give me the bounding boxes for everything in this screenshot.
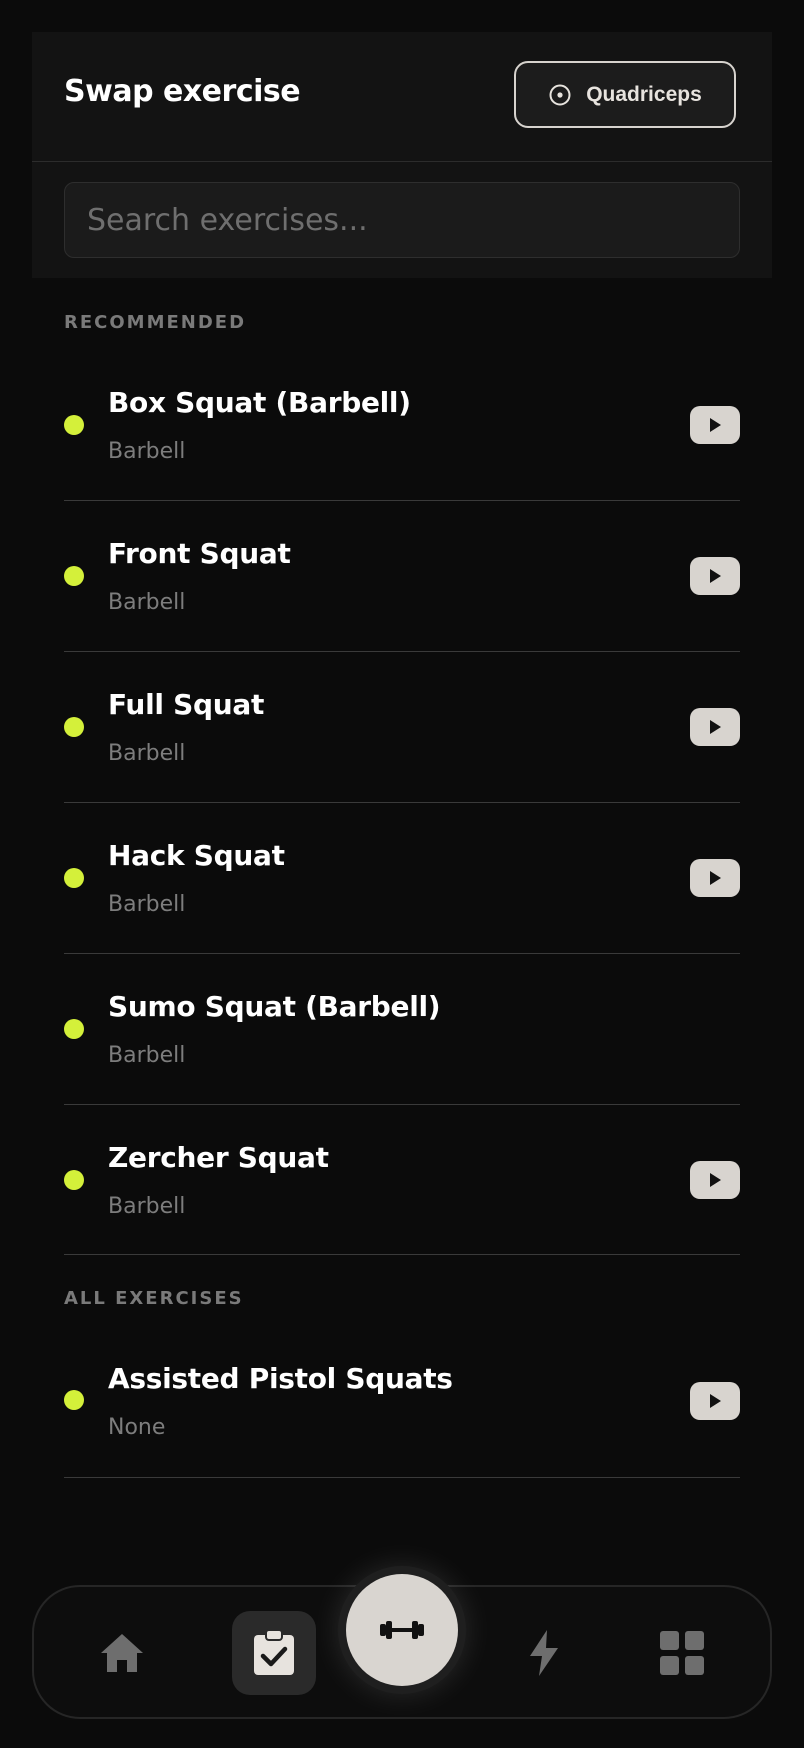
play-icon [710,720,721,734]
status-dot [64,868,84,888]
play-video-button[interactable] [690,557,740,595]
list-item[interactable]: Zercher Squat Barbell [64,1105,740,1255]
exercise-name: Assisted Pistol Squats [108,1362,453,1395]
exercise-name: Front Squat [108,537,291,570]
status-dot [64,1019,84,1039]
search-input[interactable] [64,182,740,258]
lightning-icon [530,1630,558,1676]
header-panel: Swap exercise Quadriceps [32,32,772,278]
nav-workouts[interactable] [232,1611,316,1695]
home-icon [101,1634,143,1672]
list-item[interactable]: Front Squat Barbell [64,501,740,652]
list-item[interactable]: Assisted Pistol Squats None [64,1330,740,1478]
exercise-equipment: Barbell [108,1043,186,1068]
recommended-list: Box Squat (Barbell) Barbell Front Squat … [64,351,740,1255]
muscle-filter-button[interactable]: Quadriceps [514,61,736,128]
exercise-equipment: Barbell [108,590,186,615]
play-video-button[interactable] [690,1382,740,1420]
header-divider [32,161,772,162]
start-workout-button[interactable] [346,1574,458,1686]
play-video-button[interactable] [690,1161,740,1199]
exercise-equipment: Barbell [108,439,186,464]
page-title: Swap exercise [64,74,301,109]
status-dot [64,1170,84,1190]
exercise-equipment: Barbell [108,1194,186,1219]
exercise-name: Box Squat (Barbell) [108,386,411,419]
muscle-filter-label: Quadriceps [586,82,702,106]
grid-icon [660,1631,704,1675]
exercise-equipment: Barbell [108,892,186,917]
status-dot [64,717,84,737]
status-dot [64,1390,84,1410]
status-dot [64,415,84,435]
list-item[interactable]: Sumo Squat (Barbell) Barbell [64,954,740,1105]
nav-activity[interactable] [514,1623,574,1683]
play-icon [710,569,721,583]
list-item[interactable]: Hack Squat Barbell [64,803,740,954]
target-icon [549,84,571,105]
list-item[interactable]: Full Squat Barbell [64,652,740,803]
exercise-name: Hack Squat [108,839,285,872]
exercise-name: Full Squat [108,688,265,721]
nav-more[interactable] [652,1625,712,1681]
play-video-button[interactable] [690,859,740,897]
dumbbell-icon [380,1621,424,1639]
section-label-all-exercises: ALL EXERCISES [64,1288,244,1309]
list-item[interactable]: Box Squat (Barbell) Barbell [64,351,740,501]
all-exercises-list: Assisted Pistol Squats None [64,1330,740,1478]
exercise-equipment: None [108,1415,166,1440]
exercise-equipment: Barbell [108,741,186,766]
play-icon [710,418,721,432]
status-dot [64,566,84,586]
play-icon [710,1394,721,1408]
header-row: Swap exercise Quadriceps [32,32,772,161]
play-icon [710,871,721,885]
exercise-name: Sumo Squat (Barbell) [108,990,441,1023]
section-label-recommended: RECOMMENDED [64,312,247,333]
clipboard-check-icon [254,1629,294,1675]
play-video-button[interactable] [690,708,740,746]
nav-home[interactable] [92,1625,152,1681]
exercise-name: Zercher Squat [108,1141,329,1174]
play-icon [710,1173,721,1187]
play-video-button[interactable] [690,406,740,444]
